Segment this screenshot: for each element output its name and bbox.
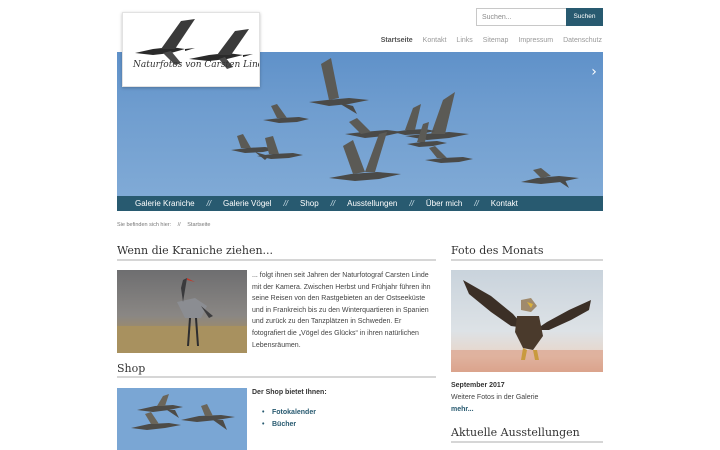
nav-separator: //: [206, 199, 212, 208]
shop-cranes-image[interactable]: [117, 388, 247, 450]
page: Naturfotos von Carsten Linde Suchen Star…: [0, 0, 720, 450]
logo-text: Naturfotos von Carsten Linde: [133, 60, 260, 70]
top-nav-impressum[interactable]: Impressum: [518, 37, 553, 44]
photo-date: September 2017: [451, 382, 505, 389]
crane-standing-image[interactable]: [117, 270, 247, 353]
shop-divider: [117, 376, 436, 378]
top-nav-datenschutz[interactable]: Datenschutz: [563, 37, 602, 44]
nav-separator: //: [474, 199, 479, 208]
top-nav-sitemap[interactable]: Sitemap: [483, 37, 509, 44]
shop-heading: Shop: [117, 362, 146, 375]
top-nav-startseite[interactable]: Startseite: [381, 37, 413, 44]
intro-divider: [117, 259, 436, 261]
cranes-logo-icon: [135, 19, 253, 69]
breadcrumb: Sie befinden sich hier: // Startseite: [117, 222, 210, 228]
nav-galerie-kraniche[interactable]: Galerie Kraniche: [135, 199, 195, 208]
breadcrumb-separator: //: [177, 222, 181, 228]
nav-shop[interactable]: Shop: [300, 199, 319, 208]
main-nav: Galerie Kraniche // Galerie Vögel // Sho…: [117, 196, 603, 211]
top-nav-kontakt[interactable]: Kontakt: [423, 37, 447, 44]
gallery-more-text: Weitere Fotos in der Galerie: [451, 394, 539, 401]
site-logo[interactable]: Naturfotos von Carsten Linde: [122, 12, 260, 87]
shop-item-fotokalender[interactable]: Fotokalender: [262, 407, 316, 419]
shop-item-buecher[interactable]: Bücher: [262, 419, 316, 431]
nav-separator: //: [283, 199, 288, 208]
gallery-more-link[interactable]: mehr...: [451, 406, 474, 413]
shop-list: Fotokalender Bücher: [262, 407, 316, 431]
breadcrumb-prefix: Sie befinden sich hier:: [117, 222, 172, 228]
breadcrumb-current[interactable]: Startseite: [187, 222, 210, 228]
nav-galerie-voegel[interactable]: Galerie Vögel: [223, 199, 271, 208]
top-nav-links[interactable]: Links: [456, 37, 472, 44]
photo-of-month-heading: Foto des Monats: [451, 244, 544, 257]
eagle-photo[interactable]: [451, 270, 603, 372]
exhibitions-heading: Aktuelle Ausstellungen: [451, 426, 580, 439]
exhibitions-divider: [451, 441, 603, 443]
search-input[interactable]: [476, 8, 566, 26]
intro-text: ... folgt ihnen seit Jahren der Naturfot…: [252, 272, 431, 349]
nav-separator: //: [330, 199, 336, 208]
sidebar-divider: [451, 259, 603, 261]
shop-intro-text: Der Shop bietet Ihnen:: [252, 389, 327, 396]
intro-heading: Wenn die Kraniche ziehen...: [117, 244, 274, 257]
nav-kontakt[interactable]: Kontakt: [491, 199, 518, 208]
nav-separator: //: [409, 199, 414, 208]
top-nav: Startseite Kontakt Links Sitemap Impress…: [371, 37, 602, 44]
nav-ausstellungen[interactable]: Ausstellungen: [347, 199, 397, 208]
slider-next-icon[interactable]: ›: [586, 62, 602, 82]
nav-ueber-mich[interactable]: Über mich: [426, 199, 462, 208]
search-button[interactable]: Suchen: [566, 8, 603, 26]
